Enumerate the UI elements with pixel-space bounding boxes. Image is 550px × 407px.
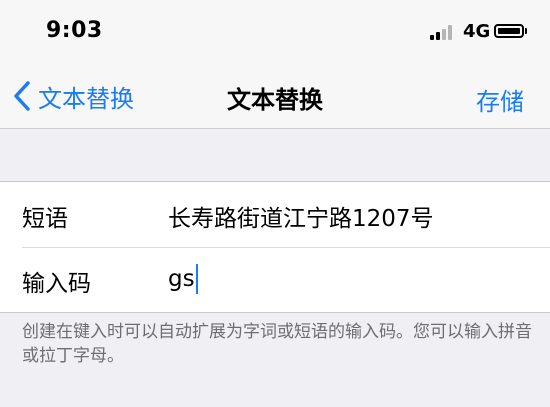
- status-time: 9:03: [46, 18, 103, 43]
- phrase-row[interactable]: 短语 长寿路街道江宁路1207号: [0, 182, 550, 247]
- text-cursor: [195, 264, 198, 294]
- battery-icon: [494, 24, 527, 38]
- phrase-label: 短语: [22, 206, 68, 232]
- page-title: 文本替换: [227, 86, 323, 114]
- network-type: 4G: [463, 21, 491, 42]
- navigation-bar: 文本替换 文本替换 存储: [0, 64, 550, 129]
- shortcut-value: gs: [168, 266, 195, 292]
- shortcut-row[interactable]: 输入码 gs: [0, 247, 550, 312]
- signal-icon: [430, 24, 458, 40]
- save-button[interactable]: 存储: [476, 82, 524, 117]
- status-bar: 9:03 4G: [0, 0, 550, 64]
- replacement-form: 短语 长寿路街道江宁路1207号 输入码 gs: [0, 181, 550, 313]
- shortcut-label: 输入码: [22, 271, 91, 297]
- shortcut-field[interactable]: gs: [168, 264, 198, 294]
- phrase-field[interactable]: 长寿路街道江宁路1207号: [168, 199, 434, 233]
- phrase-value: 长寿路街道江宁路1207号: [168, 206, 434, 232]
- footnote-text: 创建在键入时可以自动扩展为字词或短语的输入码。您可以输入拼音或拉丁字母。: [22, 322, 532, 366]
